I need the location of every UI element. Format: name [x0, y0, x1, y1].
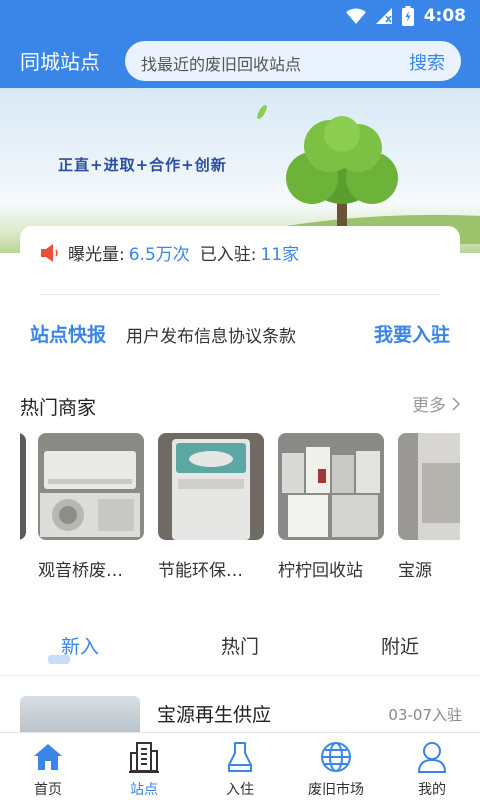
banner-slogan: 正直+进取+合作+创新	[58, 156, 227, 174]
listing-thumbnail	[20, 696, 140, 732]
page-title: 同城站点	[20, 50, 100, 74]
merchant-name: 宝源	[398, 561, 432, 581]
checkin-icon	[228, 742, 252, 772]
home-icon	[34, 744, 62, 770]
merchant-image	[278, 433, 384, 540]
nav-label: 首页	[34, 782, 62, 798]
status-bar: 4:08	[0, 0, 480, 32]
speaker-icon	[41, 243, 58, 262]
merchant-image	[158, 433, 264, 540]
more-link[interactable]: 更多	[412, 391, 460, 416]
listing-date: 03-07入驻	[388, 706, 462, 724]
exposure-label: 曝光量:	[68, 245, 125, 265]
listing-name: 宝源再生供应	[157, 704, 272, 726]
globe-icon	[321, 742, 351, 772]
header: 同城站点 找最近的废旧回收站点 搜索	[0, 32, 480, 88]
merchant-card[interactable]: 宝源	[398, 433, 460, 581]
nav-label: 站点	[130, 782, 158, 798]
tab-nearby[interactable]: 附近	[340, 632, 460, 659]
merchant-name: 节能环保…	[158, 561, 243, 581]
wifi-icon	[345, 8, 366, 24]
nav-label: 入住	[226, 782, 254, 798]
quick-news-row: 站点快报 用户发布信息协议条款 我要入驻	[0, 318, 480, 350]
battery-icon	[401, 6, 414, 26]
signal-icon	[375, 8, 392, 24]
hot-merchants-title: 热门商家	[20, 397, 97, 419]
nav-item-checkin[interactable]: 入住	[192, 739, 288, 799]
chevron-right-icon	[452, 396, 460, 411]
nav-item-mine[interactable]: 我的	[384, 739, 480, 799]
search-input[interactable]: 找最近的废旧回收站点 搜索	[125, 41, 461, 81]
search-button[interactable]: 搜索	[409, 49, 445, 75]
merchant-card[interactable]: 柠柠回收站	[278, 433, 384, 581]
merchant-name: 观音桥废…	[38, 561, 123, 581]
more-label: 更多	[412, 396, 446, 416]
quick-news-title[interactable]: 站点快报	[30, 320, 106, 347]
divider	[40, 294, 440, 295]
listing-tabs: 新入 热门 附近	[0, 630, 480, 676]
nav-label: 废旧市场	[308, 782, 364, 798]
merchant-image	[38, 433, 144, 540]
exposure-value: 6.5万次	[128, 245, 190, 265]
nav-item-station[interactable]: 站点	[96, 739, 192, 799]
merchant-card-partial[interactable]	[20, 433, 26, 540]
search-placeholder: 找最近的废旧回收站点	[141, 55, 302, 74]
agreement-link[interactable]: 用户发布信息协议条款	[126, 322, 296, 347]
nav-item-market[interactable]: 废旧市场	[288, 739, 384, 799]
list-item[interactable]: 宝源再生供应 03-07入驻	[0, 696, 480, 732]
tab-hot[interactable]: 热门	[180, 632, 300, 659]
merchant-image	[398, 433, 460, 540]
joined-label: 已入驻:	[199, 245, 257, 265]
nav-item-home[interactable]: 首页	[0, 739, 96, 799]
stats-card: 曝光量: 6.5万次 已入驻: 11家	[20, 226, 460, 282]
merchant-list: 观音桥废… 节能环保… 柠柠回收站 宝源	[20, 433, 460, 583]
merchant-card[interactable]: 观音桥废…	[38, 433, 144, 581]
tab-new[interactable]: 新入	[20, 632, 140, 659]
tree-illustration	[250, 104, 480, 244]
nav-label: 我的	[418, 782, 446, 798]
merchant-card[interactable]: 节能环保…	[158, 433, 264, 581]
user-icon	[417, 742, 447, 773]
building-icon	[129, 742, 159, 773]
status-time: 4:08	[423, 6, 466, 26]
join-button[interactable]: 我要入驻	[374, 320, 450, 347]
merchant-name: 柠柠回收站	[278, 561, 363, 581]
joined-value: 11家	[260, 245, 300, 265]
bottom-nav: 首页 站点 入住 废旧市场 我的	[0, 732, 480, 800]
